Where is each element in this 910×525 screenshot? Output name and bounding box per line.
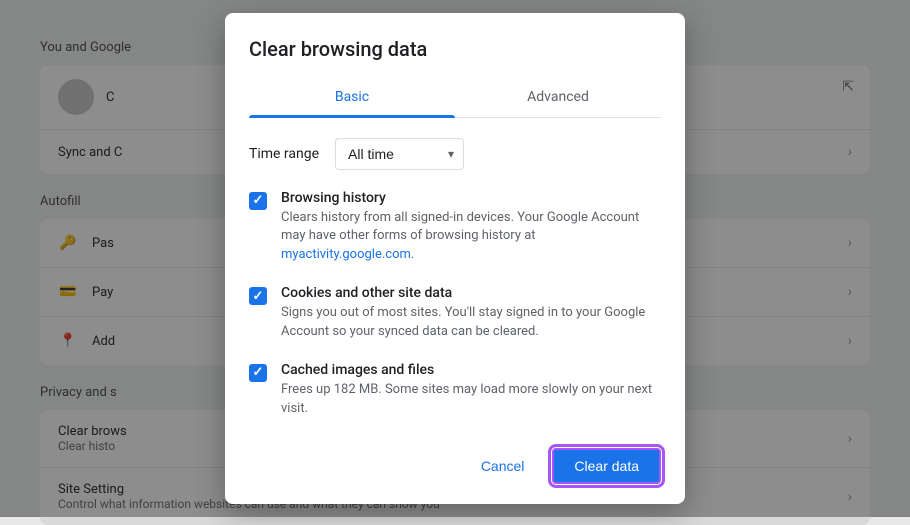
checkbox-wrap-cached[interactable]: ✓	[249, 364, 267, 382]
time-range-label: Time range	[249, 146, 319, 162]
checkbox-browsing-history[interactable]: ✓	[249, 192, 267, 210]
cancel-button[interactable]: Cancel	[461, 448, 545, 484]
checkbox-title-cookies: Cookies and other site data	[281, 285, 661, 301]
tab-basic[interactable]: Basic	[249, 77, 455, 117]
checkbox-cached[interactable]: ✓	[249, 364, 267, 382]
clear-data-button[interactable]: Clear data	[552, 448, 661, 484]
myactivity-link[interactable]: myactivity.google.com	[281, 247, 411, 262]
checkbox-desc-cookies: Signs you out of most sites. You'll stay…	[281, 304, 661, 342]
desc-suffix-browsing: .	[411, 247, 414, 262]
checkbox-wrap-cookies[interactable]: ✓	[249, 287, 267, 305]
dialog-tabs: Basic Advanced	[249, 77, 661, 118]
checkmark-cached: ✓	[253, 366, 264, 379]
clear-browsing-dialog: Clear browsing data Basic Advanced Time …	[225, 13, 685, 505]
checkmark-cookies: ✓	[253, 290, 264, 303]
checkbox-title-browsing-history: Browsing history	[281, 190, 661, 206]
checkbox-item-cookies: ✓ Cookies and other site data Signs you …	[225, 275, 685, 352]
desc-text-browsing: Clears history from all signed-in device…	[281, 210, 639, 244]
checkbox-item-browsing-history: ✓ Browsing history Clears history from a…	[225, 180, 685, 276]
checkmark-browsing-history: ✓	[253, 194, 264, 207]
checkbox-title-cached: Cached images and files	[281, 362, 661, 378]
dialog-title: Clear browsing data	[225, 13, 685, 77]
checkbox-desc-browsing-history: Clears history from all signed-in device…	[281, 209, 661, 266]
checkbox-item-cached: ✓ Cached images and files Frees up 182 M…	[225, 352, 685, 429]
time-range-select-wrapper: Last hour Last 24 hours Last 7 days Last…	[335, 138, 464, 170]
time-range-select[interactable]: Last hour Last 24 hours Last 7 days Last…	[335, 138, 464, 170]
modal-overlay: Clear browsing data Basic Advanced Time …	[0, 0, 910, 517]
time-range-row: Time range Last hour Last 24 hours Last …	[225, 118, 685, 180]
checkbox-wrap-browsing-history[interactable]: ✓	[249, 192, 267, 210]
tab-advanced[interactable]: Advanced	[455, 77, 661, 117]
dialog-footer: Cancel Clear data	[225, 428, 685, 504]
checkbox-cookies[interactable]: ✓	[249, 287, 267, 305]
checkbox-desc-cached: Frees up 182 MB. Some sites may load mor…	[281, 381, 661, 419]
